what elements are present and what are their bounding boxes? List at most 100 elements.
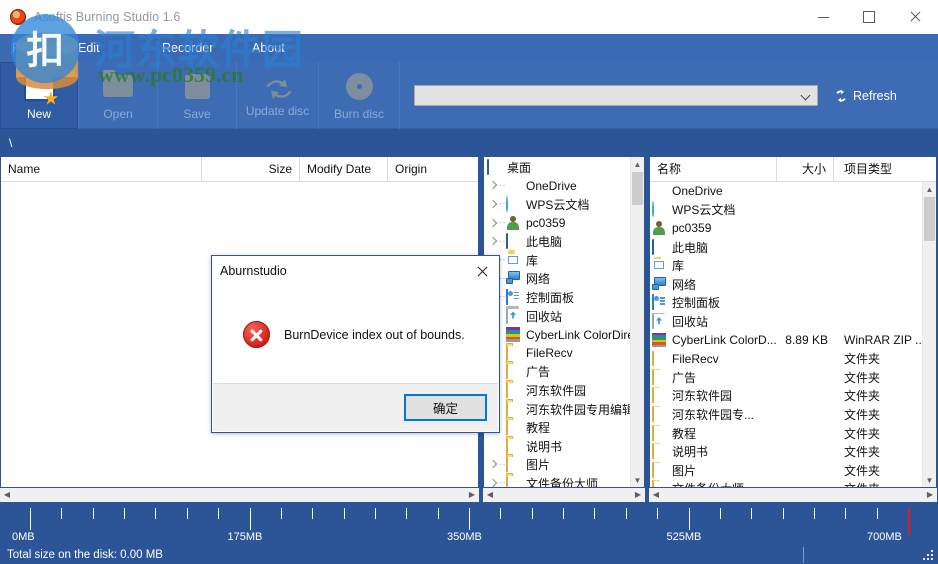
file-row[interactable]: pc0359 [650,219,923,238]
file-row[interactable]: 网络 [650,275,923,294]
toolbar-button-save[interactable]: Save [158,62,237,129]
capacity-scale: 0MB 175MB 350MB 525MB 700MB [0,502,938,546]
dialog-ok-button[interactable]: 确定 [404,394,487,421]
tree-item[interactable]: 河东软件园 [484,381,631,400]
column-header-name[interactable]: Name [1,157,202,181]
scroll-left-icon[interactable]: ◀ [649,488,663,502]
tree-item[interactable]: ·· 图片 [484,456,631,475]
file-row[interactable]: 回收站 [650,312,923,331]
file-row[interactable]: OneDrive [650,182,923,201]
minimize-button[interactable] [800,0,846,34]
chevron-right-icon[interactable] [486,217,499,230]
file-horizontal-scrollbar[interactable]: ◀ ▶ [649,488,937,502]
tree-item[interactable]: 说明书 [484,437,631,456]
total-size-text: Total size on the disk: 0.00 MB [7,549,163,561]
toolbar-button-update-disc[interactable]: Update disc [237,62,319,129]
file-row[interactable]: FileRecv 文件夹 [650,349,923,368]
tree-item[interactable]: FileRecv [484,344,631,363]
tree-horizontal-scrollbar[interactable]: ◀ ▶ [483,488,645,502]
chevron-right-icon[interactable] [486,179,499,192]
chevron-right-icon[interactable] [486,235,499,248]
file-row[interactable]: 河东软件园专... 文件夹 [650,405,923,424]
scroll-right-icon[interactable]: ▶ [923,488,937,502]
file-row[interactable]: 河东软件园 文件夹 [650,387,923,406]
file-row[interactable]: 控制面板 [650,294,923,313]
app-logo-icon [10,9,26,25]
tree-item[interactable]: ·· 文件备份大师 [484,474,631,487]
tree-item[interactable]: ·· 此电脑 [484,232,631,251]
file-row[interactable]: WPS云文档 [650,201,923,220]
menu-item-recorder[interactable]: Recorder [162,37,252,59]
folder-tree[interactable]: 桌面 ·· OneDrive ·· WPS云文档 ·· pc0359 ·· 此电脑 ·· 库 ·· 网络… [484,157,644,487]
scale-tick [30,508,31,530]
scroll-up-icon[interactable]: ▲ [631,157,644,171]
tree-item[interactable]: 河东软件园专用编辑 [484,400,631,419]
column-header-filesize[interactable]: 大小 [777,157,834,181]
toolbar-button-open[interactable]: Open [79,62,158,129]
maximize-button[interactable] [846,0,892,34]
chevron-right-icon[interactable] [486,198,499,211]
scrollbar-thumb[interactable] [632,172,643,205]
resize-grip[interactable] [923,550,935,562]
toolbar-button-new[interactable]: New [0,62,79,129]
chevron-right-icon[interactable] [486,477,499,487]
file-row[interactable]: CyberLink ColorD... 8.89 KB WinRAR ZIP ... [650,331,923,350]
scroll-left-icon[interactable]: ◀ [483,488,497,502]
menu-item-about[interactable]: About [252,37,322,59]
compilation-column-header: Name Size Modify Date Origin [1,157,478,182]
menu-item-edit[interactable]: Edit [78,37,162,59]
scroll-up-icon[interactable]: ▲ [923,182,936,196]
tree-root-item[interactable]: 桌面 [484,158,631,177]
minimize-icon [817,16,829,18]
file-name: 河东软件园 [672,389,733,404]
file-type: 文件夹 [834,480,923,487]
scale-tick [657,508,658,519]
tree-item[interactable]: ·· 网络 [484,270,631,289]
tree-item[interactable]: ·· pc0359 [484,214,631,233]
column-header-size[interactable]: Size [202,157,300,181]
file-list[interactable]: OneDrive WPS云文档 pc0359 此电脑库网络 控制面板 回收站 CyberLi… [650,182,936,487]
column-header-filetype[interactable]: 项目类型 [834,157,936,181]
tree-item[interactable]: ·· WPS云文档 [484,195,631,214]
compilation-horizontal-scrollbar[interactable]: ◀ ▶ [0,488,479,502]
refresh-icon [836,89,846,102]
menu-item-file[interactable]: File [12,37,78,59]
file-vertical-scrollbar[interactable]: ▲ ▼ [922,182,936,487]
scale-tick [532,508,533,519]
wps-cloud-icon [506,195,522,212]
folder-icon [652,443,668,460]
scroll-left-icon[interactable]: ◀ [0,488,14,502]
refresh-button[interactable]: Refresh [834,89,897,103]
dialog-close-button[interactable] [465,256,499,286]
file-row[interactable]: 说明书 文件夹 [650,442,923,461]
tree-vertical-scrollbar[interactable]: ▲ ▼ [630,157,644,487]
tree-item[interactable]: 教程 [484,418,631,437]
scroll-down-icon[interactable]: ▼ [631,473,644,487]
dialog-body: BurnDevice index out of bounds. [212,286,499,383]
file-row[interactable]: 文件备份大师 文件夹 [650,480,923,487]
chevron-right-icon[interactable] [486,458,499,471]
tree-item[interactable]: 广告 [484,363,631,382]
tree-item[interactable]: ·· 库 [484,251,631,270]
file-name: CyberLink ColorD... [672,333,777,348]
scrollbar-thumb[interactable] [924,197,935,241]
file-row[interactable]: 库 [650,256,923,275]
file-row[interactable]: 图片 文件夹 [650,461,923,480]
file-row[interactable]: 广告 文件夹 [650,368,923,387]
scroll-right-icon[interactable]: ▶ [631,488,645,502]
column-header-modify-date[interactable]: Modify Date [300,157,388,181]
tree-item[interactable]: ·· 控制面板 [484,288,631,307]
column-header-filename[interactable]: 名称 [650,157,777,181]
toolbar-label-burn-disc: Burn disc [333,107,385,121]
device-combo[interactable] [414,85,818,106]
file-row[interactable]: 此电脑 [650,238,923,257]
scroll-right-icon[interactable]: ▶ [465,488,479,502]
tree-item[interactable]: ·· OneDrive [484,177,631,196]
column-header-origin[interactable]: Origin [388,157,478,181]
scroll-down-icon[interactable]: ▼ [923,473,936,487]
tree-item[interactable]: CyberLink ColorDirect [484,325,631,344]
close-button[interactable] [892,0,938,34]
tree-item[interactable]: 回收站 [484,307,631,326]
file-row[interactable]: 教程 文件夹 [650,424,923,443]
toolbar-button-burn-disc[interactable]: Burn disc [319,62,400,129]
